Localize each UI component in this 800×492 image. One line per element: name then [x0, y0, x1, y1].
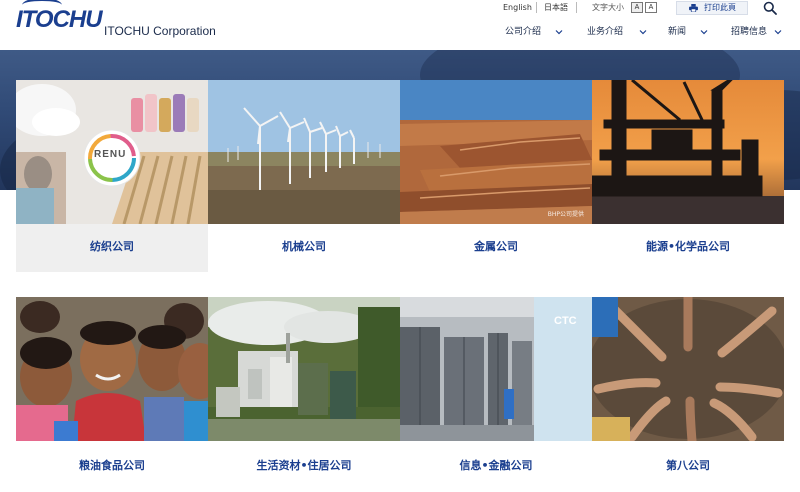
nav-label: 公司介绍 [505, 27, 542, 37]
nav-label: 招聘信息 [731, 27, 768, 37]
card-label: 粮油食品公司 [79, 459, 145, 472]
card-label: 生活资材•住居公司 [256, 459, 352, 472]
card-label: 机械公司 [282, 240, 326, 253]
card-textile-company[interactable]: RENU 纺织公司 [16, 80, 208, 272]
print-page-button[interactable]: 打印此頁 [676, 1, 748, 15]
site-header: ITOCHU ITOCHU Corporation English 日本語 文字… [0, 0, 800, 50]
language-english-link[interactable]: English [503, 2, 532, 14]
utility-divider [536, 2, 537, 13]
corporate-name: ITOCHU Corporation [104, 24, 216, 38]
print-page-label: 打印此頁 [704, 3, 736, 12]
nav-label: 新闻 [668, 27, 687, 37]
card-ict-financial-company[interactable]: CTC 信息•金融公司 [400, 297, 592, 492]
language-japanese-link[interactable]: 日本語 [544, 2, 568, 14]
card-food-company[interactable]: 粮油食品公司 [16, 297, 208, 492]
font-size-large-button[interactable]: A [645, 2, 657, 13]
pulp-mill-photo [208, 297, 400, 441]
chevron-down-icon [639, 30, 647, 35]
chevron-down-icon [774, 30, 782, 35]
logo-arc [22, 0, 62, 12]
card-label: 第八公司 [666, 459, 710, 472]
card-label: 金属公司 [474, 240, 518, 253]
font-size-label: 文字大小 [592, 3, 624, 12]
renu-brand-text: RENU [94, 149, 127, 160]
photo-credit: BHP公司提供 [547, 211, 584, 218]
card-machinery-company[interactable]: 机械公司 [208, 80, 400, 272]
hands-circle-photo [592, 297, 784, 441]
ctc-logo-text: CTC [554, 315, 577, 327]
card-label: 纺织公司 [90, 240, 134, 253]
card-energy-chemicals-company[interactable]: 能源•化学品公司 [592, 80, 784, 272]
font-size-small-button[interactable]: A [631, 2, 643, 13]
server-room-photo: CTC [400, 297, 592, 441]
mine-photo: BHP公司提供 [400, 80, 592, 224]
chevron-down-icon [555, 30, 563, 35]
utility-divider [576, 2, 577, 13]
printer-icon [689, 4, 698, 12]
children-photo [16, 297, 208, 441]
itochu-logo[interactable]: ITOCHU [16, 0, 103, 34]
chevron-down-icon [700, 30, 708, 35]
textile-photo: RENU [16, 80, 208, 224]
oil-platform-photo [592, 80, 784, 224]
card-eighth-company[interactable]: 第八公司 [592, 297, 784, 492]
card-label: 信息•金融公司 [459, 459, 533, 472]
nav-label: 业务介绍 [587, 27, 624, 37]
search-icon[interactable] [763, 1, 777, 15]
card-metals-company[interactable]: BHP公司提供 金属公司 [400, 80, 592, 272]
card-general-products-realty-company[interactable]: 生活资材•住居公司 [208, 297, 400, 492]
card-label: 能源•化学品公司 [645, 240, 731, 253]
wind-turbines-photo [208, 80, 400, 224]
